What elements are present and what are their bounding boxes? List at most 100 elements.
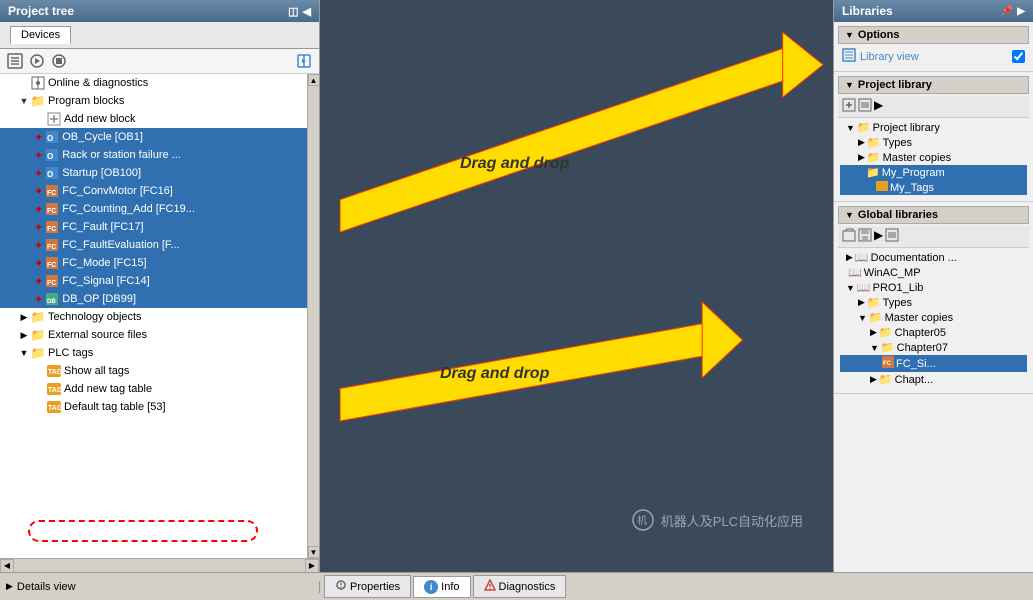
- svg-text:O: O: [47, 134, 53, 143]
- vertical-scrollbar[interactable]: ▲ ▼: [307, 74, 319, 558]
- tab-devices[interactable]: Devices: [10, 26, 71, 44]
- block-icon: FC: [44, 255, 60, 271]
- tree-item-label: Rack or station failure ...: [62, 149, 181, 161]
- main-container: Project tree ◫ ◀ Devices: [0, 0, 1033, 572]
- project-library-header[interactable]: ▼ Project library: [838, 76, 1029, 94]
- collapse-right-icon[interactable]: ▶: [1017, 6, 1025, 17]
- tree-item-tech-objects[interactable]: ▶ 📁 Technology objects: [0, 308, 307, 326]
- scroll-left-btn[interactable]: ◀: [0, 559, 14, 573]
- network-icon: [30, 75, 46, 91]
- block-icon: FC: [44, 219, 60, 235]
- lib-item-chapter05[interactable]: ▶ 📁 Chapter05: [840, 325, 1027, 340]
- toolbar-icon-stop[interactable]: [50, 52, 68, 70]
- svg-text:FC: FC: [47, 208, 56, 215]
- expand-icon: ▶: [870, 327, 877, 338]
- lib-icon-3[interactable]: ▶: [874, 98, 883, 115]
- horizontal-scrollbar[interactable]: ◀ ▶: [0, 558, 319, 572]
- tree-item-external-source[interactable]: ▶ 📁 External source files: [0, 326, 307, 344]
- tree-item-startup[interactable]: ✦ O Startup [OB100]: [0, 164, 307, 182]
- folder-icon: 📁: [857, 121, 871, 134]
- lib-tree-global: ▶ 📖 Documentation ... 📖 WinAC_MP ▼ 📖: [838, 248, 1029, 389]
- tree-item-fc-counting[interactable]: ✦ FC FC_Counting_Add [FC19...: [0, 200, 307, 218]
- library-view-icon: [842, 48, 856, 65]
- lib-item-chapter-more[interactable]: ▶ 📁 Chapt...: [840, 372, 1027, 387]
- lib-item-types[interactable]: ▶ 📁 Types: [840, 135, 1027, 150]
- lib-icon-save[interactable]: [858, 228, 872, 245]
- svg-text:FC: FC: [47, 190, 56, 197]
- tree-item-show-all-tags[interactable]: TAG Show all tags: [0, 362, 307, 380]
- folder-icon: 📁: [869, 311, 883, 324]
- lib-item-label: Master copies: [883, 152, 951, 164]
- toolbar-icon-1[interactable]: [6, 52, 24, 70]
- toolbar-icon-play[interactable]: [28, 52, 46, 70]
- expand-icon: ▼: [18, 347, 30, 359]
- close-panel-icon[interactable]: ◀: [303, 5, 311, 18]
- tree-item-fc-mode[interactable]: ✦ FC FC_Mode [FC15]: [0, 254, 307, 272]
- tree-item-add-new-tag-table[interactable]: TAG Add new tag table: [0, 380, 307, 398]
- details-view-btn[interactable]: ▶ Details view: [6, 581, 76, 593]
- tree-item-program-blocks[interactable]: ▼ 📁 Program blocks: [0, 92, 307, 110]
- svg-text:机: 机: [637, 514, 647, 527]
- star-icon: ✦: [34, 203, 43, 216]
- tree-item-rack-station[interactable]: ✦ O Rack or station failure ...: [0, 146, 307, 164]
- lib-icon-sync[interactable]: ▶: [874, 228, 883, 245]
- tab-properties[interactable]: Properties: [324, 575, 411, 598]
- lib-item-winac-mp[interactable]: 📖 WinAC_MP: [840, 265, 1027, 280]
- lib-item-types2[interactable]: ▶ 📁 Types: [840, 295, 1027, 310]
- lib-item-label: WinAC_MP: [864, 267, 921, 279]
- project-library-label: Project library: [858, 79, 932, 91]
- collapse-icon[interactable]: ◫: [288, 5, 298, 18]
- lib-icon-2[interactable]: [858, 98, 872, 115]
- drag-drop-arrows: [320, 0, 833, 572]
- tree-item-add-new-block[interactable]: Add new block: [0, 110, 307, 128]
- lib-item-chapter07[interactable]: ▼ 📁 Chapter07: [840, 340, 1027, 355]
- tag-icon: TAG: [46, 399, 62, 415]
- tree-item-fc-faultevaluation[interactable]: ✦ FC FC_FaultEvaluation [F...: [0, 236, 307, 254]
- project-tree-container[interactable]: Online & diagnostics ▼ 📁 Program blocks …: [0, 74, 307, 558]
- options-header: ▼ Options: [838, 26, 1029, 44]
- block-icon: O: [44, 129, 60, 145]
- tree-item-fc-fault[interactable]: ✦ FC FC_Fault [FC17]: [0, 218, 307, 236]
- lib-item-label: Documentation ...: [871, 252, 957, 264]
- libraries-content: ▼ Options Library view ▼ Project library: [834, 22, 1033, 572]
- tree-item-db-op[interactable]: ✦ DB DB_OP [DB99]: [0, 290, 307, 308]
- tree-item-ob-cycle[interactable]: ✦ O OB_Cycle [OB1]: [0, 128, 307, 146]
- lib-item-my-program[interactable]: 📁 My_Program: [840, 165, 1027, 180]
- lib-item-documentation[interactable]: ▶ 📖 Documentation ...: [840, 250, 1027, 265]
- tree-item-plc-tags[interactable]: ▼ 📁 PLC tags: [0, 344, 307, 362]
- folder-icon: 📁: [867, 151, 881, 164]
- library-view-checkbox[interactable]: [1012, 50, 1025, 63]
- lib-icon-list[interactable]: [885, 228, 899, 245]
- tree-item-fc-signal[interactable]: ✦ FC FC_Signal [FC14]: [0, 272, 307, 290]
- lib-item-pro1-lib[interactable]: ▼ 📖 PRO1_Lib: [840, 280, 1027, 295]
- scroll-down-btn[interactable]: ▼: [308, 546, 320, 558]
- scroll-up-btn[interactable]: ▲: [308, 74, 320, 86]
- toolbar-icon-right[interactable]: [295, 52, 313, 70]
- svg-text:DB: DB: [47, 299, 56, 305]
- tab-info-label: Info: [441, 581, 459, 593]
- pin-icon[interactable]: 📌: [1001, 6, 1013, 17]
- tree-scroll-area: Online & diagnostics ▼ 📁 Program blocks …: [0, 74, 319, 558]
- global-libraries-label: Global libraries: [858, 209, 938, 221]
- global-libraries-header[interactable]: ▼ Global libraries: [838, 206, 1029, 224]
- lib-item-master-copies2[interactable]: ▼ 📁 Master copies: [840, 310, 1027, 325]
- lib-item-master-copies[interactable]: ▶ 📁 Master copies: [840, 150, 1027, 165]
- tab-info[interactable]: i Info: [413, 576, 470, 598]
- block-icon: O: [44, 165, 60, 181]
- scroll-right-btn[interactable]: ▶: [305, 559, 319, 573]
- header-icons: 📌 ▶: [1001, 6, 1025, 17]
- lib-icon-open[interactable]: [842, 228, 856, 245]
- lib-item-proj-lib[interactable]: ▼ 📁 Project library: [840, 120, 1027, 135]
- tree-item-online-diag[interactable]: Online & diagnostics: [0, 74, 307, 92]
- right-panel: Libraries 📌 ▶ Tasks Libraries ▼ Options: [833, 0, 1033, 572]
- tree-item-fc-convmotor[interactable]: ✦ FC FC_ConvMotor [FC16]: [0, 182, 307, 200]
- lib-item-fc-si[interactable]: FC FC_Si...: [840, 355, 1027, 372]
- tree-item-label: Show all tags: [64, 365, 129, 377]
- tree-item-default-tag-table[interactable]: TAG Default tag table [53]: [0, 398, 307, 416]
- library-view-label[interactable]: Library view: [860, 51, 919, 63]
- lib-icon-1[interactable]: [842, 98, 856, 115]
- tab-diagnostics[interactable]: Diagnostics: [473, 575, 567, 598]
- lib-item-my-tags[interactable]: My_Tags: [840, 180, 1027, 195]
- svg-text:FC: FC: [47, 244, 56, 251]
- section-arrow: ▼: [845, 210, 854, 220]
